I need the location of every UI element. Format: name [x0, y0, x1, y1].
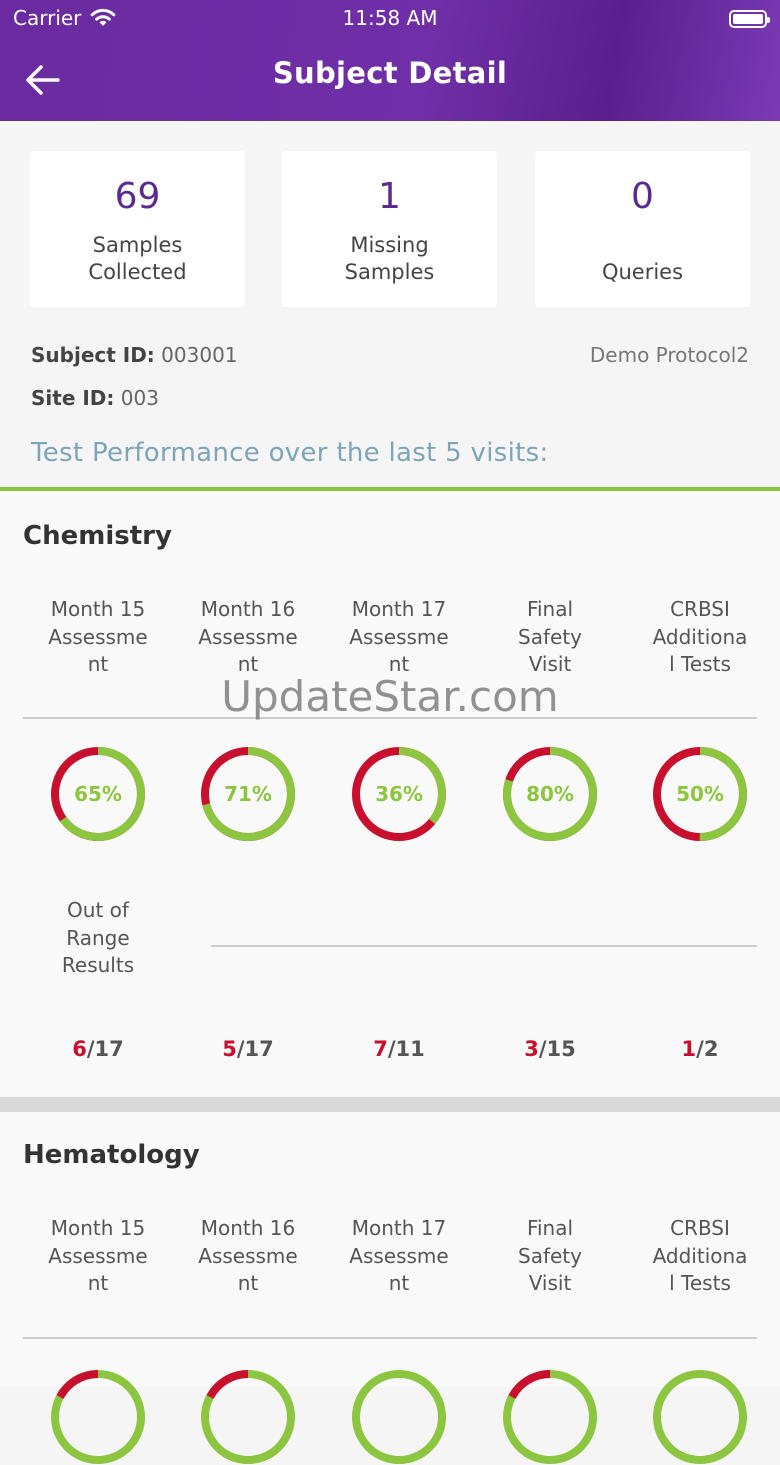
hematology-ring-partial[interactable]: [652, 1369, 748, 1465]
page-title: Subject Detail: [272, 56, 508, 90]
site-id-label: Site ID:: [31, 386, 115, 410]
chemistry-visit-header: Month 16 Assessme nt: [198, 597, 298, 676]
pass-rate-label: 71%: [224, 782, 272, 806]
divider: [23, 1337, 757, 1339]
chemistry-visit-header: Month 17 Assessme nt: [349, 597, 449, 676]
hematology-visit-header: Month 16 Assessme nt: [198, 1216, 298, 1295]
protocol-name: Demo Protocol2: [589, 343, 749, 367]
hematology-title: Hematology: [23, 1140, 200, 1170]
out-of-range-total: /17: [86, 1037, 124, 1061]
pass-rate-label: 80%: [526, 782, 574, 806]
out-of-range-count[interactable]: 3/15: [480, 1037, 620, 1061]
hematology-visit-header: Month 17 Assessme nt: [349, 1216, 449, 1295]
status-time: 11:58 AM: [342, 6, 438, 30]
divider: [23, 717, 757, 719]
out-of-range-bad: 3: [524, 1037, 539, 1061]
hematology-ring-partial[interactable]: [200, 1369, 296, 1465]
out-of-range-bad: 7: [373, 1037, 388, 1061]
missing-samples-label: Missing Samples: [344, 233, 435, 284]
chemistry-visit-header: CRBSI Additiona l Tests: [652, 597, 748, 676]
out-of-range-total: /2: [696, 1037, 719, 1061]
queries-card[interactable]: 0 Queries: [535, 151, 750, 307]
out-of-range-count[interactable]: 6/17: [28, 1037, 168, 1061]
samples-collected-label: Samples Collected: [88, 233, 187, 284]
site-id-value: 003: [120, 386, 159, 410]
out-of-range-bad: 6: [72, 1037, 87, 1061]
out-of-range-count[interactable]: 5/17: [178, 1037, 318, 1061]
performance-heading: Test Performance over the last 5 visits:: [31, 438, 549, 468]
divider: [211, 945, 757, 947]
subject-id-label: Subject ID:: [31, 343, 155, 367]
hematology-visit-header: Month 15 Assessme nt: [48, 1216, 148, 1295]
hematology-visit-header: Final Safety Visit: [518, 1216, 582, 1295]
subject-id-value: 003001: [161, 343, 238, 367]
chemistry-visit-header: Final Safety Visit: [518, 597, 582, 676]
hematology-panel: Hematology Month 15 Assessme nt Month 16…: [0, 1112, 780, 1464]
chemistry-title: Chemistry: [23, 521, 172, 551]
chemistry-visit-header: Month 15 Assessme nt: [48, 597, 148, 676]
out-of-range-count[interactable]: 7/11: [329, 1037, 469, 1061]
pass-rate-label: 50%: [676, 782, 724, 806]
site-id-row: Site ID: 003: [31, 386, 159, 410]
missing-samples-value: 1: [378, 176, 401, 217]
out-of-range-total: /11: [387, 1037, 425, 1061]
samples-collected-card[interactable]: 69 Samples Collected: [30, 151, 245, 307]
pass-rate-label: 65%: [74, 782, 122, 806]
hematology-ring-partial[interactable]: [502, 1369, 598, 1465]
subject-id-row: Subject ID: 003001: [31, 343, 238, 367]
hematology-ring-partial[interactable]: [50, 1369, 146, 1465]
out-of-range-total: /15: [538, 1037, 576, 1061]
queries-label: Queries: [601, 260, 684, 284]
battery-icon: [729, 10, 770, 28]
out-of-range-bad: 5: [222, 1037, 237, 1061]
out-of-range-count[interactable]: 1/2: [630, 1037, 770, 1061]
queries-value: 0: [631, 176, 654, 217]
out-of-range-bad: 1: [681, 1037, 697, 1061]
chemistry-panel: Chemistry Month 15 Assessme nt Month 16 …: [0, 487, 780, 1101]
section-separator: [0, 1097, 780, 1112]
out-of-range-total: /17: [236, 1037, 274, 1061]
samples-collected-value: 69: [114, 176, 161, 217]
app-header: Carrier 11:58 AM Subject Detail: [0, 0, 780, 121]
hematology-ring-partial[interactable]: [351, 1369, 447, 1465]
out-of-range-label: Out of Range Results: [61, 898, 135, 977]
missing-samples-card[interactable]: 1 Missing Samples: [282, 151, 497, 307]
hematology-visit-header: CRBSI Additiona l Tests: [652, 1216, 748, 1295]
pass-rate-label: 36%: [375, 782, 423, 806]
